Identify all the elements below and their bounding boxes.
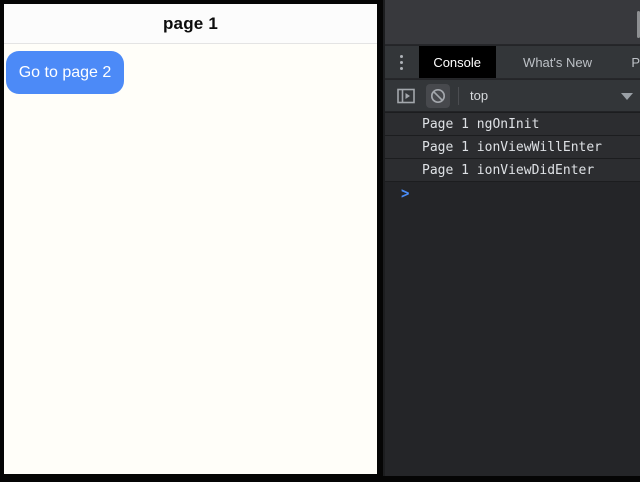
console-log-row: Page 1 ionViewWillEnter (385, 136, 640, 159)
console-input[interactable]: > (385, 182, 640, 206)
tab-console[interactable]: Console (419, 46, 496, 78)
app-window: page 1 Go to page 2 (4, 4, 377, 474)
clear-console-icon (430, 88, 446, 104)
go-to-page-2-button[interactable]: Go to page 2 (6, 51, 124, 94)
tab-clipped[interactable]: P (627, 46, 640, 78)
console-sidebar-icon (397, 88, 415, 104)
console-log-row: Page 1 ngOnInit (385, 113, 640, 136)
more-options-kebab-icon[interactable] (385, 46, 419, 78)
tab-whats-new[interactable]: What's New (496, 46, 620, 78)
clear-console-button[interactable] (426, 84, 450, 108)
page-title: page 1 (163, 14, 218, 34)
console-log-list: Page 1 ngOnInit Page 1 ionViewWillEnter … (385, 112, 640, 206)
devtools-top-strip (385, 0, 640, 45)
context-selector[interactable]: top (470, 88, 488, 103)
app-header: page 1 (4, 4, 377, 44)
context-dropdown-caret-icon[interactable] (621, 93, 633, 100)
console-log-row: Page 1 ionViewDidEnter (385, 159, 640, 182)
console-sidebar-toggle-button[interactable] (394, 84, 418, 108)
toolbar-separator (458, 87, 459, 105)
console-toolbar: top (385, 80, 640, 112)
devtools-tab-bar: Console What's New P (385, 46, 640, 79)
app-content: Go to page 2 (4, 45, 377, 474)
prompt-chevron-icon: > (401, 185, 409, 203)
devtools-panel: Console What's New P top Page 1 ngOnInit… (383, 0, 640, 476)
